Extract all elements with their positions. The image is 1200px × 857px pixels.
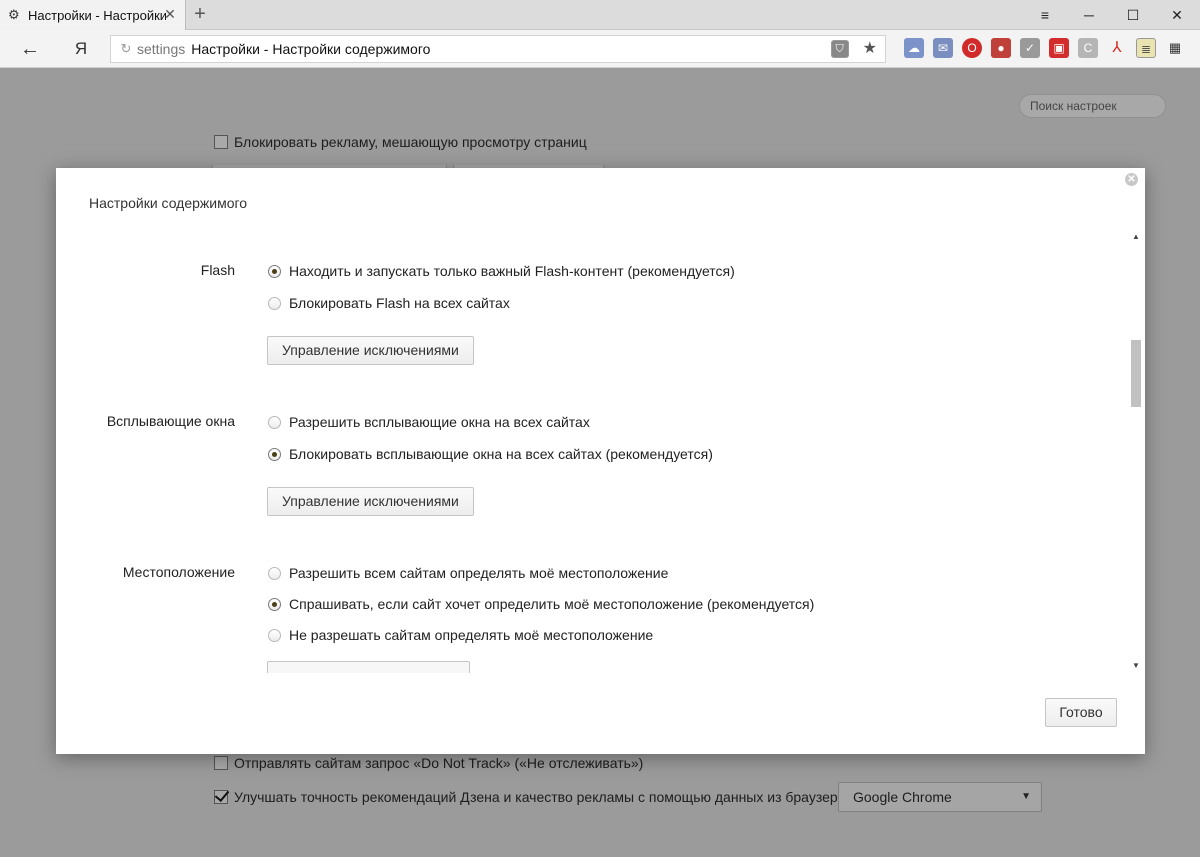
dialog-scroll-area[interactable]: Flash Находить и запускать только важный… <box>56 230 1129 673</box>
popups-option-block[interactable]: Блокировать всплывающие окна на всех сай… <box>268 446 713 462</box>
settings-search-input[interactable]: Поиск настроек <box>1019 94 1166 118</box>
protect-icon[interactable]: ⛉ <box>830 40 849 58</box>
yandex-button[interactable]: Я <box>70 36 92 62</box>
block-ads-checkbox[interactable] <box>214 135 228 149</box>
location-manage-exceptions-button[interactable] <box>267 661 470 673</box>
sync-icon[interactable]: C <box>1078 38 1098 58</box>
minimize-button[interactable]: ─ <box>1067 0 1111 30</box>
chevron-down-icon: ▼ <box>1021 791 1031 802</box>
option-label: Разрешить всплывающие окна на всех сайта… <box>289 414 590 430</box>
location-option-allow[interactable]: Разрешить всем сайтам определять моё мес… <box>268 565 668 581</box>
browser-tab[interactable]: ⚙ Настройки - Настройки с ✕ <box>0 0 186 30</box>
adblock-icon[interactable]: ● <box>991 38 1011 58</box>
radio[interactable] <box>268 415 281 429</box>
done-button[interactable]: Готово <box>1045 698 1117 727</box>
tab-close-icon[interactable]: ✕ <box>163 7 177 21</box>
cloud-extension-icon[interactable]: ☁ <box>904 38 924 58</box>
video-icon[interactable]: ▣ <box>1049 38 1069 58</box>
zen-label: Улучшать точность рекомендаций Дзена и к… <box>234 789 850 805</box>
popups-option-allow[interactable]: Разрешить всплывающие окна на всех сайта… <box>268 414 590 430</box>
notes-icon[interactable]: ≣ <box>1136 38 1156 58</box>
radio-selected[interactable] <box>268 597 281 611</box>
gear-icon: ⚙ <box>8 7 20 22</box>
dialog-title: Настройки содержимого <box>89 195 248 211</box>
radio-selected[interactable] <box>268 447 281 461</box>
back-button[interactable]: ← <box>14 36 46 62</box>
scroll-up-icon[interactable]: ▲ <box>1129 230 1143 244</box>
zen-row[interactable]: Улучшать точность рекомендаций Дзена и к… <box>214 789 849 805</box>
dialog-scrollbar[interactable]: ▲ ▼ <box>1129 230 1143 673</box>
flash-option-block[interactable]: Блокировать Flash на всех сайтах <box>268 295 510 311</box>
pdf-icon[interactable]: ⅄ <box>1107 38 1127 58</box>
bookmark-star-icon[interactable]: ★ <box>863 40 877 58</box>
download-icon[interactable]: ↓ <box>1194 38 1200 58</box>
radio-selected[interactable] <box>268 264 281 278</box>
reload-icon[interactable]: ↻ <box>115 41 137 57</box>
block-ads-label: Блокировать рекламу, мешающую просмотру … <box>234 134 587 150</box>
location-label: Местоположение <box>122 564 235 580</box>
zen-select-value: Google Chrome <box>853 789 952 805</box>
content-settings-dialog: ✕ Настройки содержимого Flash Находить и… <box>56 168 1145 754</box>
shield-icon[interactable]: ✓ <box>1020 38 1040 58</box>
radio[interactable] <box>268 628 281 642</box>
qr-icon[interactable]: ▦ <box>1165 38 1185 58</box>
zen-browser-select[interactable]: Google Chrome ▼ <box>838 782 1042 812</box>
option-label: Блокировать всплывающие окна на всех сай… <box>289 446 713 462</box>
flash-manage-exceptions-button[interactable]: Управление исключениями <box>267 336 474 365</box>
popups-label: Всплывающие окна <box>106 413 235 429</box>
option-label: Разрешить всем сайтам определять моё мес… <box>289 565 669 581</box>
zen-checkbox[interactable] <box>214 790 228 804</box>
do-not-track-checkbox[interactable] <box>214 756 228 770</box>
flash-label: Flash <box>200 262 235 278</box>
radio[interactable] <box>268 296 281 310</box>
opera-icon[interactable]: O <box>962 38 982 58</box>
tab-title: Настройки - Настройки с <box>28 7 166 23</box>
mail-icon[interactable]: ✉ <box>933 38 953 58</box>
scrollbar-thumb[interactable] <box>1131 340 1141 407</box>
maximize-button[interactable]: ☐ <box>1111 0 1155 30</box>
address-host: settings <box>137 41 186 57</box>
browser-toolbar: ← Я ↻ settings Настройки - Настройки сод… <box>0 30 1200 68</box>
address-bar[interactable]: ↻ settings Настройки - Настройки содержи… <box>110 35 886 63</box>
extensions-bar: ☁ ✉ O ● ✓ ▣ C ⅄ ≣ ▦ ↓ <box>904 38 1200 58</box>
radio[interactable] <box>268 566 281 580</box>
popups-manage-exceptions-button[interactable]: Управление исключениями <box>267 487 474 516</box>
option-label: Блокировать Flash на всех сайтах <box>289 295 510 311</box>
option-label: Не разрешать сайтам определять моё место… <box>289 627 654 643</box>
do-not-track-row[interactable]: Отправлять сайтам запрос «Do Not Track» … <box>214 755 643 771</box>
option-label: Находить и запускать только важный Flash… <box>289 263 735 279</box>
menu-button[interactable]: ≡ <box>1023 0 1067 30</box>
title-bar: ⚙ Настройки - Настройки с ✕ + ≡ ─ ☐ ✕ <box>0 0 1200 30</box>
location-option-deny[interactable]: Не разрешать сайтам определять моё место… <box>268 627 653 643</box>
address-title: Настройки - Настройки содержимого <box>191 41 431 57</box>
close-icon[interactable]: ✕ <box>1125 173 1138 186</box>
new-tab-button[interactable]: + <box>189 3 211 25</box>
scroll-down-icon[interactable]: ▼ <box>1129 659 1143 673</box>
option-label: Спрашивать, если сайт хочет определить м… <box>289 596 815 612</box>
flash-option-important[interactable]: Находить и запускать только важный Flash… <box>268 263 735 279</box>
location-option-ask[interactable]: Спрашивать, если сайт хочет определить м… <box>268 596 814 612</box>
block-ads-row[interactable]: Блокировать рекламу, мешающую просмотру … <box>214 134 587 150</box>
do-not-track-label: Отправлять сайтам запрос «Do Not Track» … <box>234 755 644 771</box>
close-window-button[interactable]: ✕ <box>1155 0 1199 30</box>
